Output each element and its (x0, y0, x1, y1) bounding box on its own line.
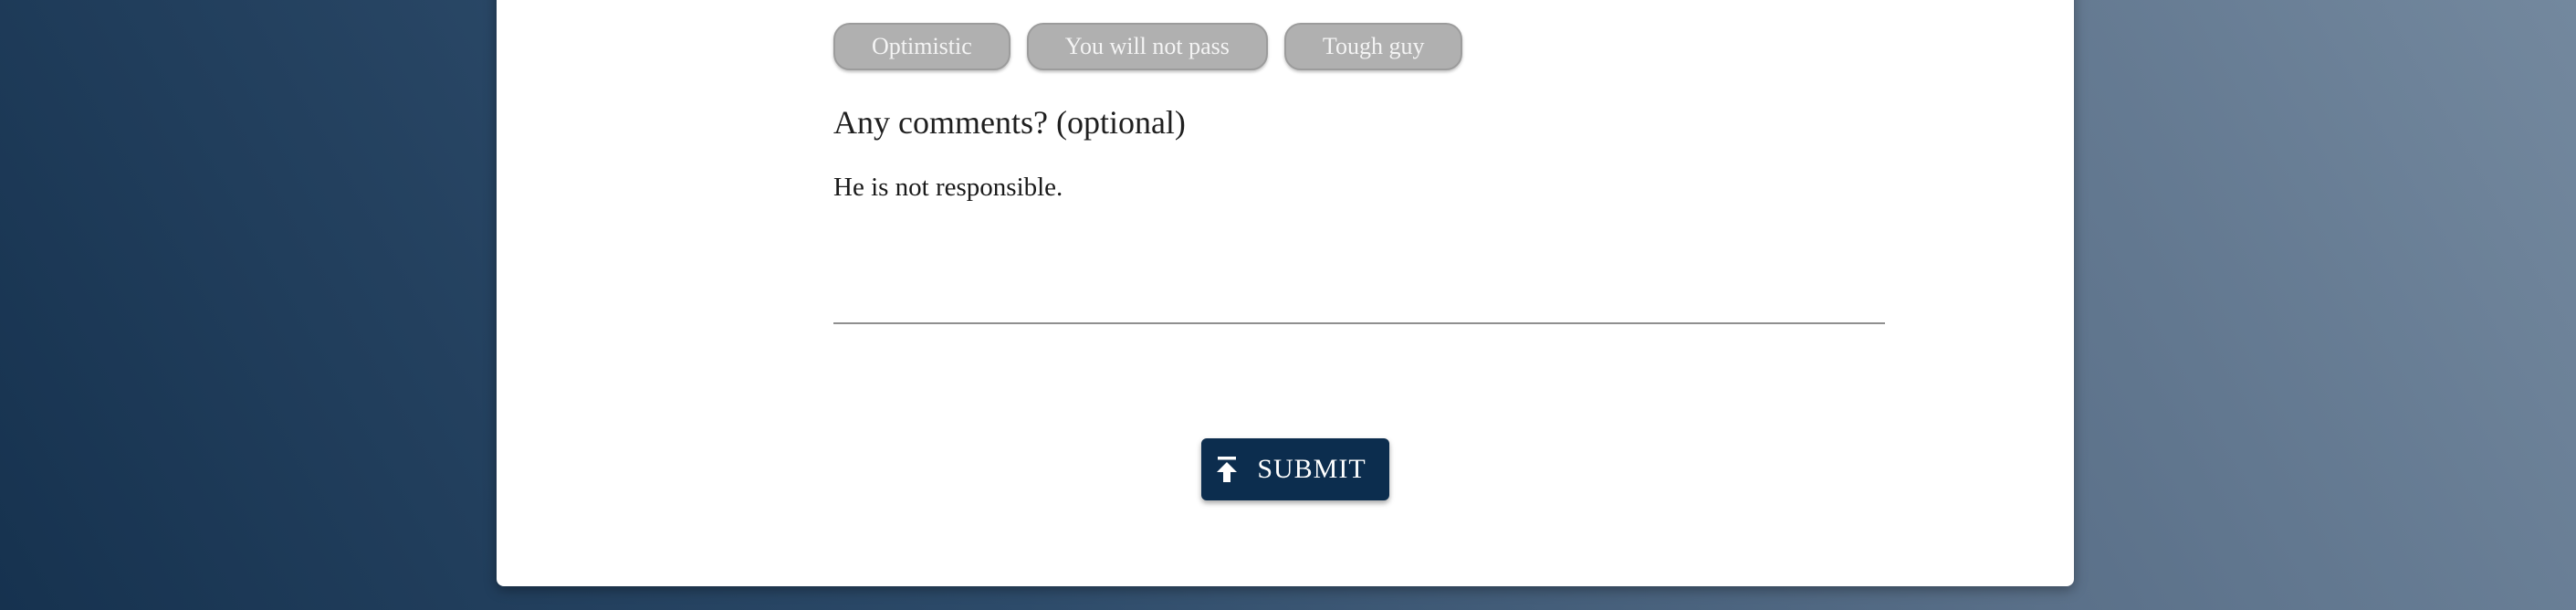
submit-button-label: SUBMIT (1257, 454, 1367, 484)
tag-chip-group: Optimistic You will not pass Tough guy (833, 23, 1463, 70)
submit-button[interactable]: SUBMIT (1201, 438, 1389, 500)
tag-chip-optimistic[interactable]: Optimistic (833, 23, 1011, 70)
comments-question: Any comments? (optional) (833, 104, 1186, 141)
tag-chip-you-will-not-pass[interactable]: You will not pass (1026, 23, 1268, 70)
comments-textarea[interactable] (833, 169, 1885, 324)
tag-chip-tough-guy[interactable]: Tough guy (1283, 23, 1463, 70)
form-card: Optimistic You will not pass Tough guy A… (497, 0, 2074, 586)
upload-icon (1215, 456, 1239, 483)
